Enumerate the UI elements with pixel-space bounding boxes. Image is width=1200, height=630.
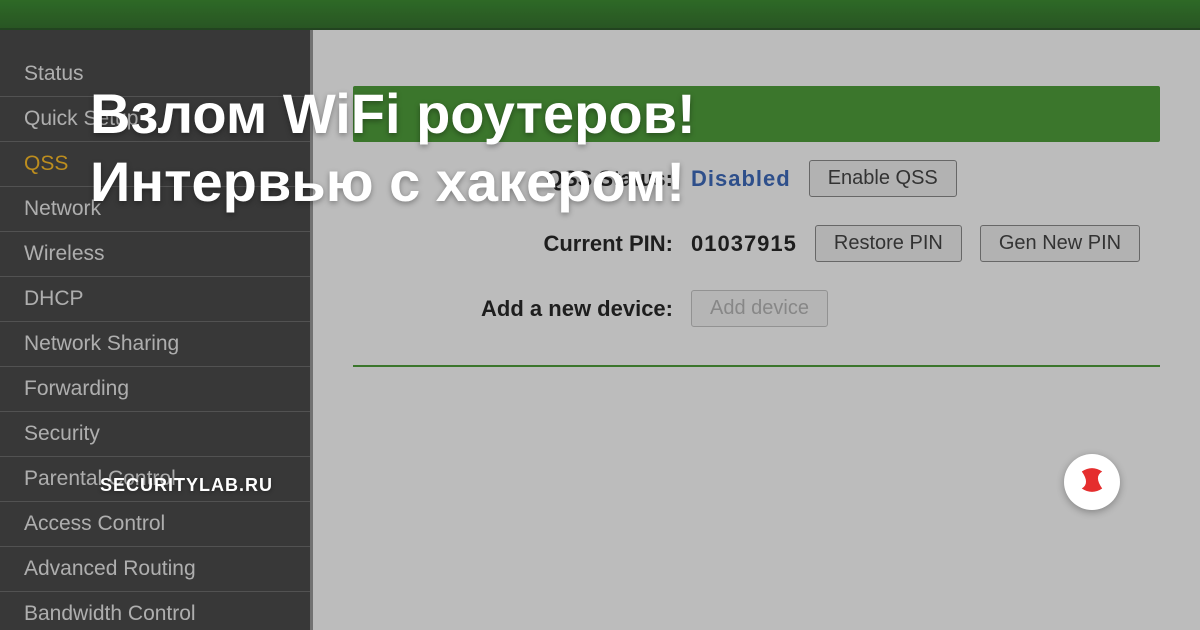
gen-new-pin-button[interactable]: Gen New PIN xyxy=(980,225,1140,262)
sidebar-item-security[interactable]: Security xyxy=(0,412,310,457)
headline-line-1: Взлом WiFi роутеров! xyxy=(90,80,1140,148)
headline-line-2: Интервью с хакером! xyxy=(90,148,1140,216)
top-bar xyxy=(0,0,1200,30)
source-label: SECURITYLAB.RU xyxy=(100,475,273,496)
zen-icon xyxy=(1075,463,1109,502)
sidebar-item-access-control[interactable]: Access Control xyxy=(0,502,310,547)
sidebar-item-network-sharing[interactable]: Network Sharing xyxy=(0,322,310,367)
divider xyxy=(353,365,1160,367)
sidebar-item-dhcp[interactable]: DHCP xyxy=(0,277,310,322)
restore-pin-button[interactable]: Restore PIN xyxy=(815,225,962,262)
sidebar-item-wireless[interactable]: Wireless xyxy=(0,232,310,277)
current-pin-value: 01037915 xyxy=(691,231,797,257)
sidebar-item-forwarding[interactable]: Forwarding xyxy=(0,367,310,412)
sidebar-item-bandwidth-control[interactable]: Bandwidth Control xyxy=(0,592,310,630)
zen-badge xyxy=(1064,454,1120,510)
headline: Взлом WiFi роутеров! Интервью с хакером! xyxy=(90,80,1140,217)
add-device-label: Add a new device: xyxy=(353,296,673,322)
sidebar-item-advanced-routing[interactable]: Advanced Routing xyxy=(0,547,310,592)
current-pin-label: Current PIN: xyxy=(353,231,673,257)
add-device-button[interactable]: Add device xyxy=(691,290,828,327)
